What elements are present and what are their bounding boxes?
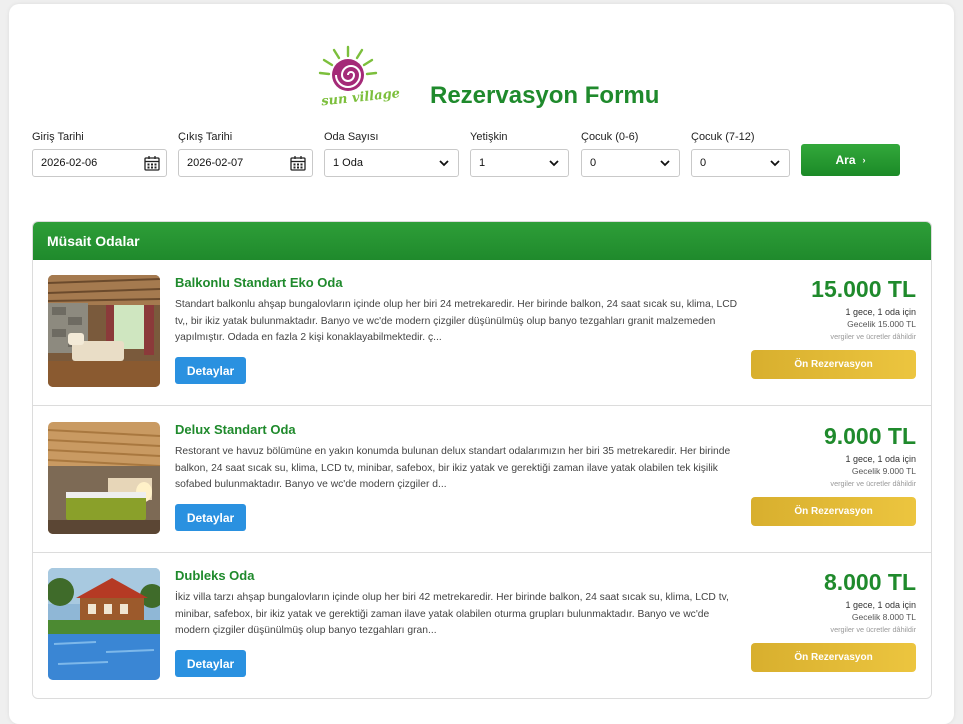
rooms-select[interactable]: 1 Oda (324, 149, 459, 177)
page-title: Rezervasyon Formu (430, 82, 660, 109)
tax-note: vergiler ve ücretler dâhildir (830, 625, 916, 634)
checkin-date-input[interactable]: 2026-02-06 (32, 149, 167, 177)
pre-reservation-button[interactable]: Ön Rezervasyon (751, 350, 916, 379)
search-button-label: Ara (835, 153, 856, 167)
rooms-field: Oda Sayısı 1 Oda (324, 131, 459, 177)
chevron-down-icon (660, 160, 670, 167)
child-0-6-value: 0 (590, 157, 597, 169)
child-7-12-label: Çocuk (7-12) (691, 131, 755, 143)
checkin-value: 2026-02-06 (41, 157, 98, 169)
pre-reservation-button[interactable]: Ön Rezervasyon (751, 643, 916, 672)
room-card: Dubleks Oda İkiz villa tarzı ahşap bunga… (33, 553, 931, 698)
chevron-down-icon (439, 160, 449, 167)
room-description: Restorant ve havuz bölümüne en yakın kon… (175, 446, 731, 490)
room-card: Balkonlu Standart Eko Oda Standart balko… (33, 260, 931, 406)
reservation-card: sun village Rezervasyon Formu Giriş Tari… (9, 4, 954, 724)
child-7-12-value: 0 (700, 157, 707, 169)
adults-label: Yetişkin (470, 131, 508, 143)
stay-info: 1 gece, 1 oda için (845, 454, 916, 464)
logo-wordmark: sun village (321, 86, 401, 108)
chevron-right-icon: › (862, 155, 866, 165)
room-name[interactable]: Delux Standart Oda (175, 422, 296, 437)
room-price: 15.000 TL (811, 276, 916, 302)
checkin-field: Giriş Tarihi 2026-02-06 (32, 131, 167, 177)
available-rooms-panel: Müsait Odalar Balkonlu Standart Eko Oda … (32, 221, 932, 699)
details-button[interactable]: Detaylar (175, 650, 246, 677)
child-0-6-field: Çocuk (0-6) 0 (581, 131, 680, 177)
rooms-label: Oda Sayısı (324, 131, 379, 143)
child-7-12-field: Çocuk (7-12) 0 (691, 131, 790, 177)
chevron-down-icon (549, 160, 559, 167)
checkin-label: Giriş Tarihi (32, 131, 84, 143)
room-photo[interactable] (48, 422, 160, 534)
pre-reservation-button[interactable]: Ön Rezervasyon (751, 497, 916, 526)
room-price: 8.000 TL (823, 569, 916, 595)
tax-note: vergiler ve ücretler dâhildir (830, 479, 916, 488)
calendar-icon[interactable] (290, 155, 306, 171)
room-name[interactable]: Dubleks Oda (175, 568, 254, 583)
child-7-12-select[interactable]: 0 (691, 149, 790, 177)
search-button[interactable]: Ara › (801, 144, 900, 176)
checkout-field: Çıkış Tarihi 2026-02-07 (178, 131, 313, 177)
rooms-value: 1 Oda (333, 157, 363, 169)
adults-select[interactable]: 1 (470, 149, 569, 177)
tax-note: vergiler ve ücretler dâhildir (830, 332, 916, 341)
sun-village-logo: sun village (313, 44, 419, 109)
adults-value: 1 (479, 157, 486, 169)
room-photo[interactable] (48, 568, 160, 680)
calendar-icon[interactable] (144, 155, 160, 171)
details-button[interactable]: Detaylar (175, 357, 246, 384)
child-0-6-label: Çocuk (0-6) (581, 131, 639, 143)
adults-field: Yetişkin 1 (470, 131, 569, 177)
nightly-price: Gecelik 15.000 TL (847, 319, 916, 329)
room-description: İkiz villa tarzı ahşap bungalovların içi… (175, 592, 729, 636)
room-card: Delux Standart Oda Restorant ve havuz bö… (33, 407, 931, 553)
room-name[interactable]: Balkonlu Standart Eko Oda (175, 275, 343, 290)
checkout-date-input[interactable]: 2026-02-07 (178, 149, 313, 177)
checkout-value: 2026-02-07 (187, 157, 244, 169)
stay-info: 1 gece, 1 oda için (845, 307, 916, 317)
room-photo[interactable] (48, 275, 160, 387)
available-rooms-heading: Müsait Odalar (33, 222, 931, 260)
room-description: Standart balkonlu ahşap bungalovların iç… (175, 299, 738, 343)
nightly-price: Gecelik 9.000 TL (851, 466, 916, 476)
stay-info: 1 gece, 1 oda için (845, 600, 916, 610)
nightly-price: Gecelik 8.000 TL (851, 612, 916, 622)
details-button[interactable]: Detaylar (175, 504, 246, 531)
child-0-6-select[interactable]: 0 (581, 149, 680, 177)
checkout-label: Çıkış Tarihi (178, 131, 233, 143)
room-price: 9.000 TL (823, 423, 916, 449)
chevron-down-icon (770, 160, 780, 167)
